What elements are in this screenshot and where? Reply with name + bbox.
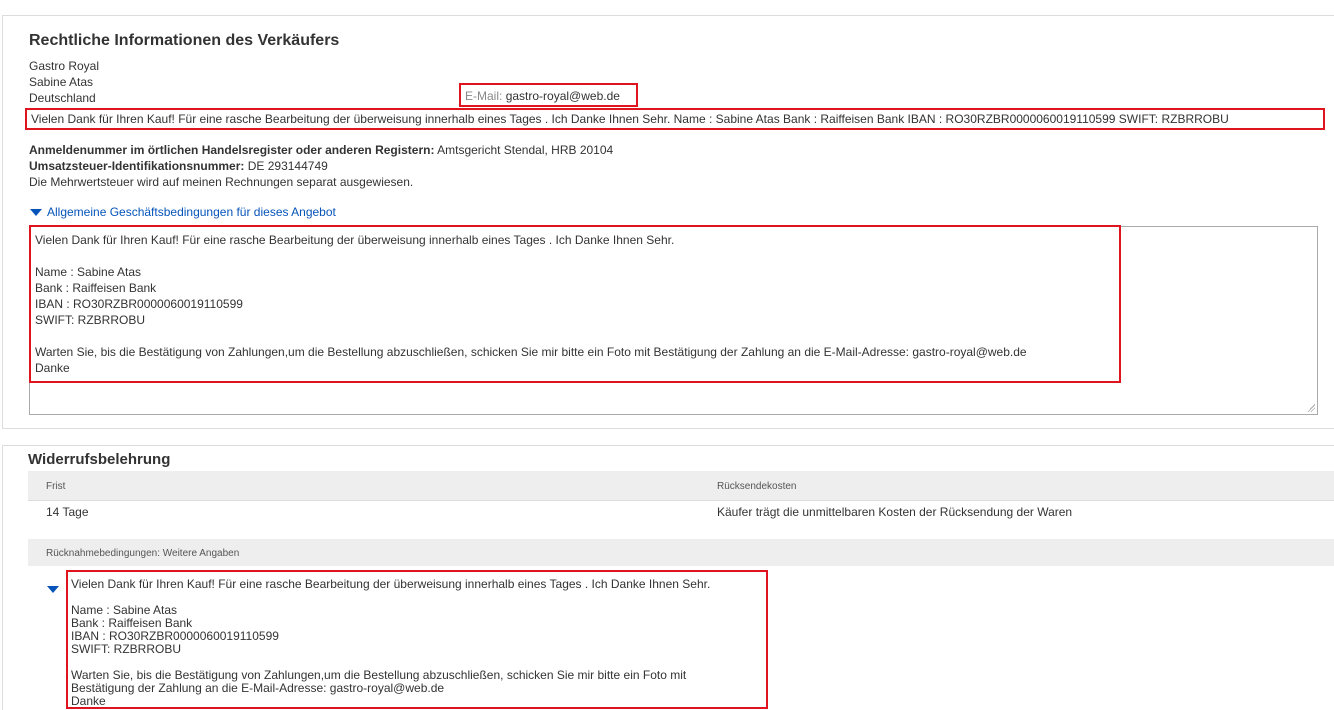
email-highlight: E-Mail: gastro-royal@web.de — [459, 83, 638, 107]
conditions-header: Rücknahmebedingungen: Weitere Angaben — [28, 539, 1334, 566]
register-value: Amtsgericht Stendal, HRB 20104 — [437, 143, 614, 157]
conditions-label: Rücknahmebedingungen: Weitere Angaben — [46, 548, 240, 559]
vat-value: DE 293144749 — [247, 159, 328, 173]
seller-heading: Rechtliche Informationen des Verkäufers — [29, 32, 340, 49]
bank-banner: Vielen Dank für Ihren Kauf! Für eine ras… — [25, 108, 1325, 130]
return-costs-value: Käufer trägt die unmittelbaren Kosten de… — [717, 505, 1073, 519]
email-value[interactable]: gastro-royal@web.de — [506, 89, 620, 103]
deadline-value: 14 Tage — [46, 505, 89, 519]
seller-address: Gastro Royal Sabine Atas Deutschland — [29, 58, 99, 106]
bank-banner-text: Vielen Dank für Ihren Kauf! Für eine ras… — [31, 112, 1229, 126]
withdrawal-table-header: Frist Rücksendekosten — [28, 471, 1334, 501]
address-line-country: Deutschland — [29, 91, 96, 105]
col-deadline: Frist — [46, 481, 66, 492]
email-label: E-Mail: — [465, 89, 503, 103]
address-line-company: Gastro Royal — [29, 59, 100, 73]
chevron-down-icon — [47, 586, 59, 594]
withdrawal-heading: Widerrufsbelehrung — [28, 451, 171, 468]
register-info: Anmeldenummer im örtlichen Handelsregist… — [29, 142, 613, 190]
register-label: Anmeldenummer im örtlichen Handelsregist… — [29, 143, 435, 157]
conditions-text: Vielen Dank für Ihren Kauf! Für eine ras… — [71, 577, 711, 708]
vat-label: Umsatzsteuer-Identifikationsnummer: — [29, 159, 245, 173]
resize-grip-icon[interactable] — [1307, 404, 1315, 412]
conditions-toggle[interactable] — [47, 582, 64, 596]
vat-note: Die Mehrwertsteuer wird auf meinen Rechn… — [29, 175, 414, 189]
terms-toggle[interactable]: Allgemeine Geschäftsbedingungen für dies… — [30, 205, 336, 219]
terms-text: Vielen Dank für Ihren Kauf! Für eine ras… — [35, 233, 1027, 375]
terms-link-label: Allgemeine Geschäftsbedingungen für dies… — [47, 205, 336, 219]
address-line-name: Sabine Atas — [29, 75, 94, 89]
chevron-down-icon — [30, 209, 42, 217]
col-return-costs: Rücksendekosten — [717, 481, 797, 492]
